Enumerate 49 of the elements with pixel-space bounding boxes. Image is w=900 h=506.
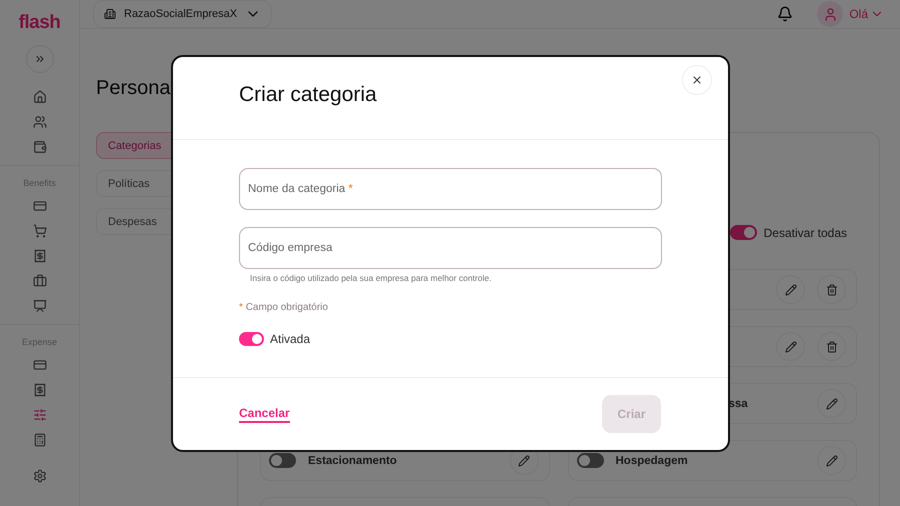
sliders-icon	[32, 408, 46, 422]
receipt-icon	[32, 249, 46, 263]
user-icon	[822, 6, 838, 22]
pencil-icon	[784, 340, 796, 352]
company-selector[interactable]: RazaoSocialEmpresaX	[93, 0, 272, 28]
dialog-title: Criar categoria	[239, 83, 378, 107]
toggle-switch[interactable]	[239, 332, 264, 346]
user-menu[interactable]: Olá	[843, 7, 884, 21]
category-name: Estacionamento	[308, 454, 397, 466]
pencil-icon	[784, 284, 796, 296]
avatar[interactable]	[817, 1, 844, 27]
pencil-icon	[518, 454, 530, 466]
building-icon	[104, 8, 116, 20]
field-hint: Insira o código utilizado pela sua empresa para melhor controle.	[250, 273, 492, 283]
presentation-icon	[32, 299, 46, 313]
wallet-icon	[32, 140, 46, 154]
trash-icon	[826, 284, 838, 296]
expand-button[interactable]	[26, 45, 54, 73]
trash-icon	[826, 340, 838, 352]
delete-button[interactable]	[817, 332, 846, 361]
toggle-switch[interactable]	[576, 453, 604, 468]
toggle-switch[interactable]	[269, 453, 296, 468]
pencil-icon	[826, 398, 838, 410]
required-note: * Campo obrigatório	[239, 302, 329, 313]
pencil-icon	[826, 454, 838, 466]
close-button[interactable]	[682, 65, 712, 95]
bell-icon[interactable]	[777, 6, 794, 22]
receipt-icon	[32, 383, 46, 397]
card-icon	[32, 358, 46, 372]
close-icon	[691, 74, 703, 86]
page-title: Persona	[96, 77, 170, 101]
toggle-switch[interactable]	[730, 225, 757, 240]
logo: flash	[18, 12, 60, 34]
category-name: Hospedagem	[616, 454, 688, 466]
cancel-link[interactable]: Cancelar	[239, 406, 290, 422]
input-field[interactable]: Código empresa	[239, 227, 662, 269]
settings-icon	[32, 469, 46, 483]
delete-button[interactable]	[817, 275, 846, 304]
people-icon	[32, 115, 46, 129]
card-icon	[32, 199, 46, 213]
toggle-label: Ativada	[270, 332, 310, 346]
input-field[interactable]: Nome da categoria *	[239, 168, 662, 210]
briefcase-icon	[32, 274, 46, 288]
category-name: ssa	[728, 398, 748, 410]
toggle-label: Desativar todas	[764, 226, 847, 240]
cart-icon	[32, 224, 46, 238]
chevrons-icon	[34, 53, 46, 65]
home-icon	[32, 90, 46, 104]
calculator-icon	[32, 433, 46, 447]
